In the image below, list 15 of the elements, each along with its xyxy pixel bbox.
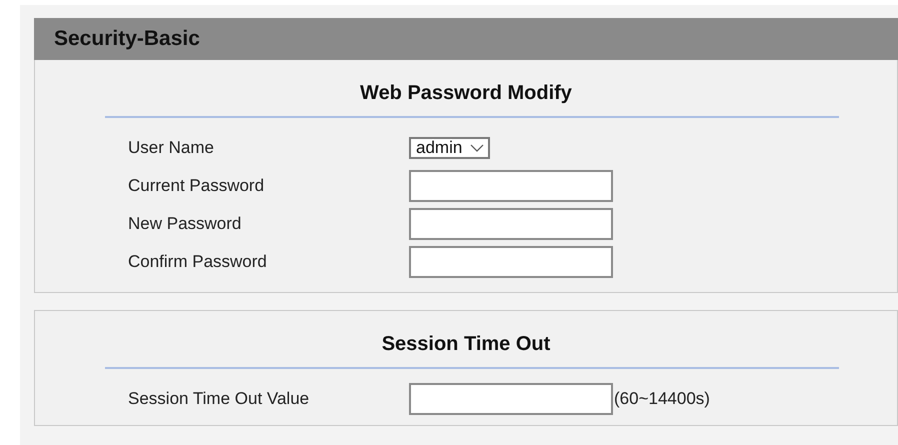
field-label: Session Time Out Value: [127, 389, 310, 409]
input-field[interactable]: [409, 383, 613, 415]
field-label: Confirm Password: [127, 252, 268, 272]
input-field[interactable]: [409, 246, 613, 278]
field-label: Current Password: [127, 176, 266, 196]
input-field[interactable]: [409, 208, 613, 240]
field-label: User Name: [127, 138, 215, 158]
section-title: Session Time Out: [380, 332, 552, 357]
range-hint: (60~14400s): [614, 389, 710, 409]
user-select[interactable]: admin: [409, 137, 490, 159]
field-label: New Password: [127, 214, 242, 234]
chevron-icon: [470, 144, 484, 152]
section-title: Web Password Modify: [359, 81, 573, 106]
input-field[interactable]: [409, 170, 613, 202]
page-title: Security-Basic: [34, 18, 898, 60]
